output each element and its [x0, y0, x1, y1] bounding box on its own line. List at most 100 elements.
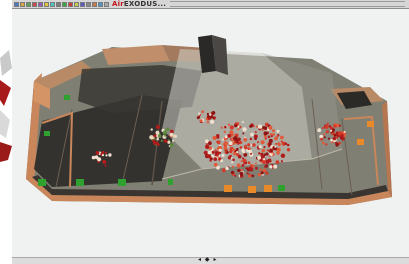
save-icon[interactable]	[26, 1, 31, 7]
agent	[263, 126, 268, 130]
agent	[321, 141, 325, 145]
agent	[243, 153, 248, 157]
agent	[220, 159, 224, 163]
run-icon[interactable]	[62, 1, 67, 7]
agent	[234, 174, 237, 177]
agent	[251, 174, 255, 178]
agent	[206, 112, 209, 116]
agent	[275, 142, 278, 145]
agent	[232, 158, 235, 162]
agent	[153, 134, 157, 138]
title-brand: Air	[112, 0, 124, 8]
agent	[248, 149, 253, 154]
exit-green-2	[76, 179, 84, 186]
exit-orange-4	[367, 121, 374, 127]
agent	[207, 115, 210, 118]
agent	[239, 171, 244, 176]
agent	[150, 128, 153, 131]
camera-icon[interactable]	[80, 1, 85, 7]
agent	[101, 154, 105, 157]
agent	[228, 141, 233, 146]
agent	[270, 149, 273, 153]
agent	[286, 143, 290, 147]
agent	[247, 143, 251, 147]
agent	[276, 134, 279, 138]
print-icon[interactable]	[32, 1, 37, 7]
agent	[155, 125, 160, 129]
agent	[261, 129, 264, 131]
agent	[262, 160, 267, 165]
agent	[260, 140, 265, 145]
agent	[275, 160, 280, 165]
help-icon[interactable]	[104, 1, 109, 7]
cut-icon[interactable]	[38, 1, 43, 7]
agent	[280, 160, 283, 163]
agent	[102, 159, 107, 164]
agent	[156, 137, 159, 141]
agent	[162, 130, 167, 135]
agent	[172, 139, 175, 142]
agent	[338, 124, 342, 127]
agent	[227, 156, 232, 160]
agent	[216, 155, 219, 158]
agent	[95, 151, 100, 155]
agent	[257, 141, 260, 144]
agent	[216, 140, 221, 145]
agent	[198, 112, 201, 115]
layer-icon[interactable]	[92, 1, 97, 7]
agent	[173, 134, 178, 138]
agent	[155, 130, 160, 135]
agent	[223, 130, 226, 133]
graph-icon[interactable]	[98, 1, 103, 7]
exit-orange-5	[357, 139, 364, 145]
agent	[152, 139, 156, 143]
agent	[242, 158, 247, 163]
grid-icon[interactable]	[86, 1, 91, 7]
exit-green-3	[118, 179, 126, 186]
agent	[223, 141, 228, 146]
open-icon[interactable]	[20, 1, 25, 7]
agent	[325, 125, 329, 129]
agent	[231, 148, 236, 152]
exit-green-7	[168, 179, 173, 185]
agent	[248, 166, 253, 171]
agent	[206, 121, 210, 124]
agent	[241, 164, 245, 167]
exit-green-1	[38, 179, 46, 186]
agent	[206, 154, 210, 158]
agent	[223, 145, 228, 150]
title-main: EXODUS	[123, 0, 158, 8]
paste-icon[interactable]	[50, 1, 55, 7]
agent	[242, 127, 247, 132]
agent	[250, 164, 253, 167]
agent	[255, 162, 257, 165]
agent	[269, 133, 273, 136]
pause-icon[interactable]	[74, 1, 79, 7]
agent	[237, 154, 242, 159]
agent	[267, 135, 271, 139]
agent	[149, 135, 154, 140]
agent	[209, 113, 212, 116]
agent	[252, 143, 256, 147]
agent	[234, 124, 238, 128]
agent	[169, 129, 174, 134]
agent	[276, 129, 280, 133]
simulation-scene[interactable]	[12, 9, 409, 257]
zoom-icon[interactable]	[56, 1, 61, 7]
agent	[164, 139, 168, 143]
new-icon[interactable]	[14, 1, 19, 7]
3d-viewport[interactable]	[12, 9, 409, 257]
agent	[246, 172, 249, 175]
stop-icon[interactable]	[68, 1, 73, 7]
agent	[248, 174, 251, 178]
agent	[272, 129, 275, 133]
agent	[269, 152, 272, 156]
copy-icon[interactable]	[44, 1, 49, 7]
agent	[241, 148, 245, 151]
agent	[249, 137, 253, 141]
agent	[247, 161, 251, 165]
agent	[254, 130, 257, 134]
navigation-arrows-icon[interactable]: ◂ ◆ ▸	[198, 257, 217, 263]
agent	[108, 153, 112, 157]
agent	[236, 151, 239, 154]
